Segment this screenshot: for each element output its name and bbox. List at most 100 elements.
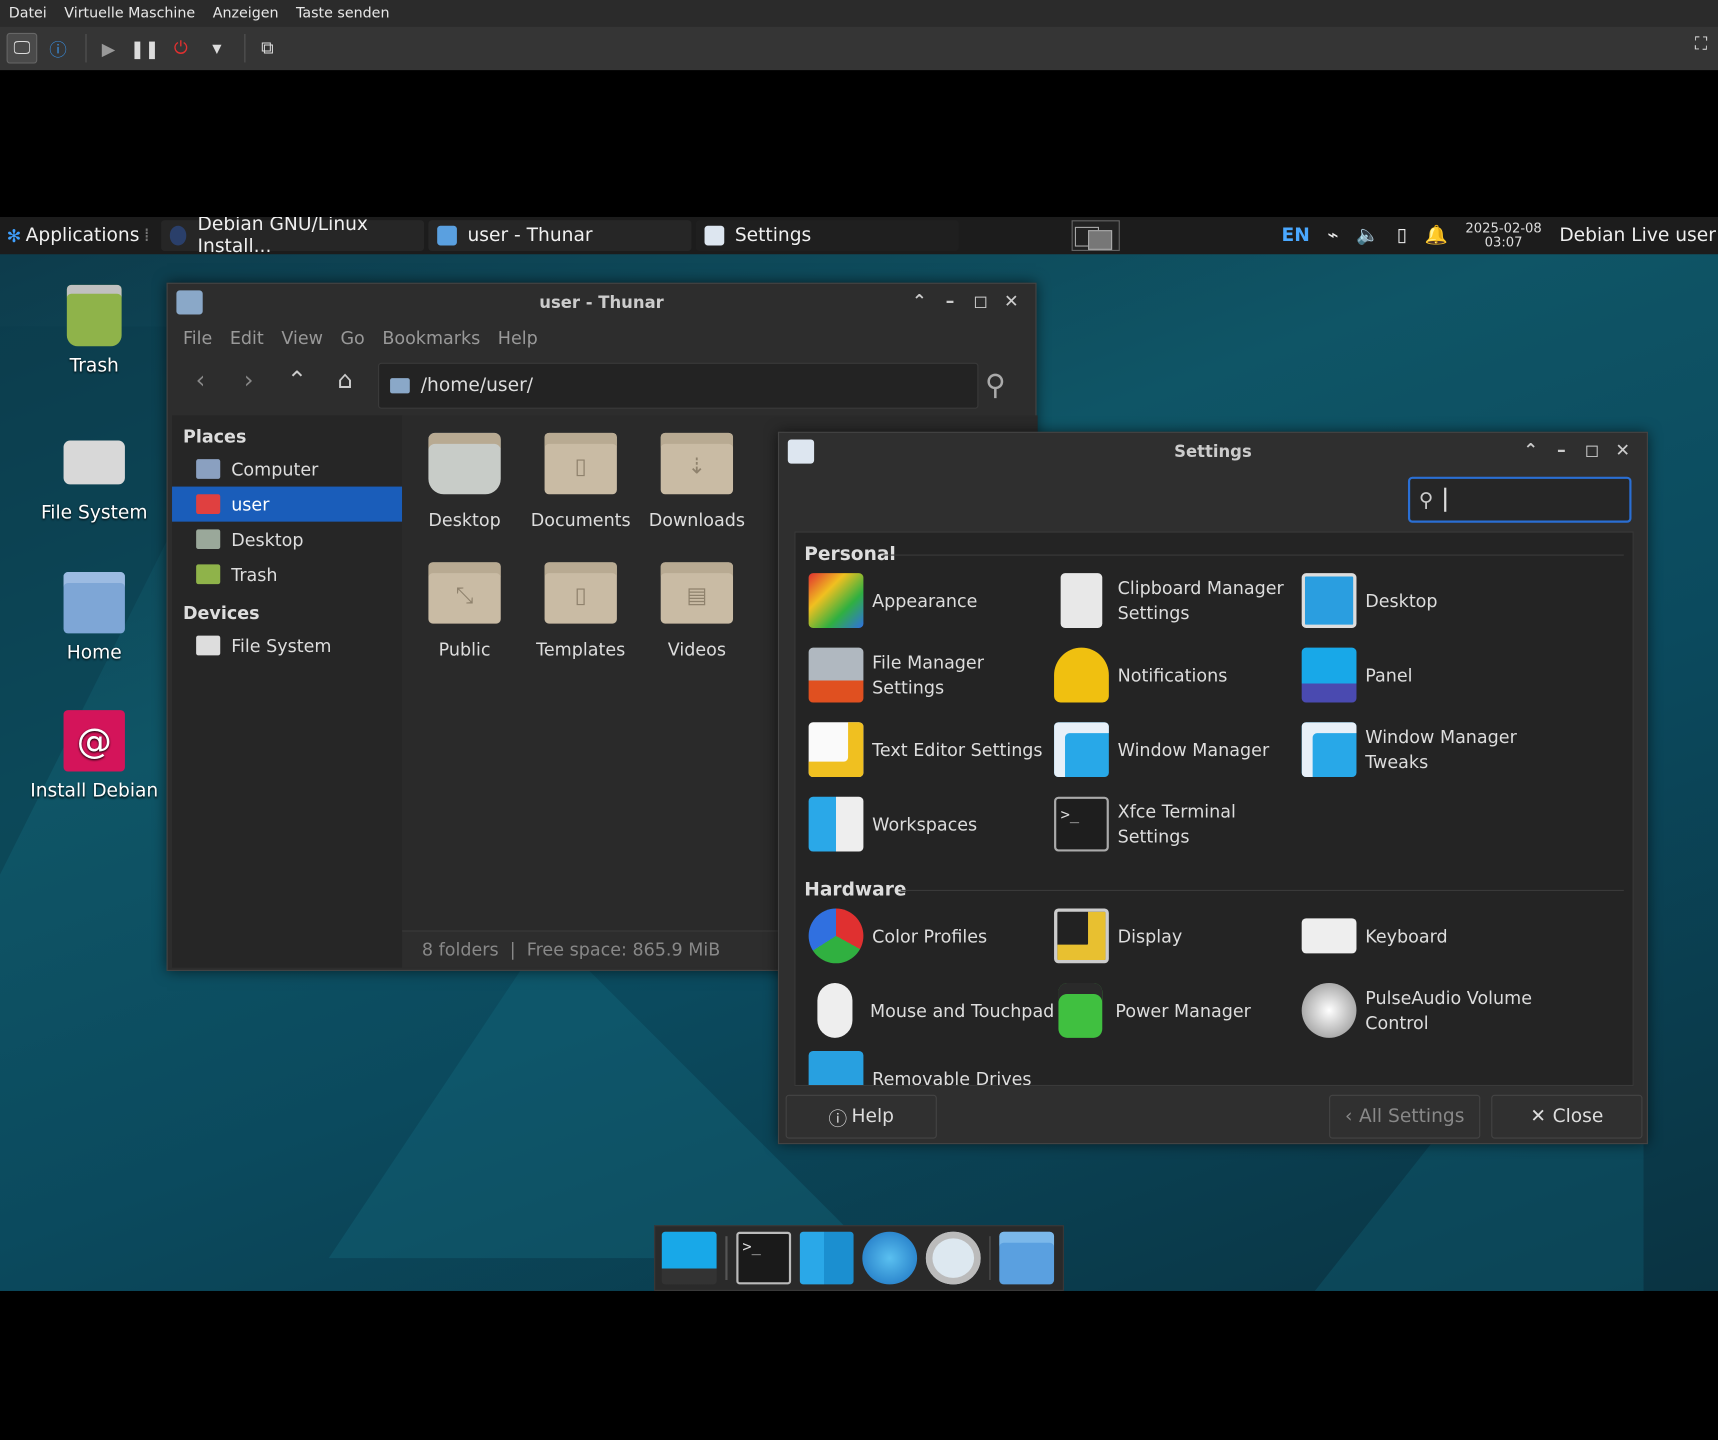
settings-item-panel[interactable]: Panel <box>1301 640 1550 710</box>
settings-item-file-manager[interactable]: File Manager Settings <box>808 640 1057 710</box>
folder-item[interactable]: ▤ Videos <box>639 562 755 660</box>
forward-icon[interactable]: › <box>225 367 273 394</box>
settings-item-removable-drives[interactable]: Removable Drives <box>808 1043 1057 1085</box>
maximize-icon[interactable]: ◻ <box>965 290 996 311</box>
menu-view[interactable]: View <box>281 327 323 348</box>
settings-item-window-manager-tweaks[interactable]: Window Manager Tweaks <box>1301 715 1550 785</box>
minimize-icon[interactable]: – <box>1546 439 1577 460</box>
monitor-icon[interactable]: 🖵 <box>6 32 38 64</box>
task-debian-installer[interactable]: Debian GNU/Linux Install... <box>160 217 424 258</box>
settings-item-mouse-touchpad[interactable]: Mouse and Touchpad <box>809 975 1057 1045</box>
volume-icon[interactable]: 🔈 <box>1356 225 1379 247</box>
thunar-titlebar[interactable]: user - Thunar ⌃ – ◻ ✕ <box>168 284 1036 321</box>
settings-item-notifications[interactable]: Notifications <box>1054 640 1302 710</box>
settings-item-label: Window Manager <box>1117 739 1270 761</box>
folder-item[interactable]: ▯ Templates <box>523 562 639 660</box>
shade-icon[interactable]: ⌃ <box>1515 439 1546 460</box>
up-icon[interactable]: ⌃ <box>273 367 321 394</box>
workspace-pager[interactable] <box>1071 220 1120 251</box>
file-cabinet-icon[interactable] <box>799 1231 854 1285</box>
settings-item-keyboard[interactable]: Keyboard <box>1301 901 1550 971</box>
battery-icon[interactable]: ▯ <box>1397 225 1407 247</box>
settings-item-xfce-terminal[interactable]: >_ Xfce Terminal Settings <box>1054 789 1302 859</box>
folder-item[interactable]: ⇣ Downloads <box>639 432 755 530</box>
settings-item-color-profiles[interactable]: Color Profiles <box>808 901 1057 971</box>
settings-item-workspaces[interactable]: Workspaces <box>808 789 1057 859</box>
settings-item-label: Clipboard Manager Settings <box>1117 577 1284 624</box>
power-icon[interactable]: ⏻ <box>165 33 196 64</box>
menu-bookmarks[interactable]: Bookmarks <box>382 327 480 348</box>
show-desktop-icon[interactable] <box>661 1231 717 1285</box>
folder-label: Documents <box>530 509 631 531</box>
menu-file[interactable]: File <box>183 327 212 348</box>
menu-go[interactable]: Go <box>340 327 364 348</box>
home-icon[interactable]: ⌂ <box>321 367 369 394</box>
settings-item-desktop[interactable]: Desktop <box>1301 565 1550 635</box>
debian-installer-icon: @ <box>63 710 125 772</box>
sidebar-item-desktop[interactable]: Desktop <box>172 522 402 557</box>
maximize-icon[interactable]: ◻ <box>1577 439 1608 460</box>
system-tray: EN ⌁ 🔈 ▯ 🔔 2025-02-08 03:07 Debian Live … <box>1273 217 1718 254</box>
settings-titlebar[interactable]: Settings ⌃ – ◻ ✕ <box>779 433 1647 470</box>
settings-item-pulseaudio[interactable]: PulseAudio Volume Control <box>1301 975 1550 1045</box>
minimize-icon[interactable]: – <box>935 290 966 311</box>
info-icon[interactable]: ⓘ <box>43 33 74 64</box>
fullscreen-icon[interactable]: ⛶ <box>1695 33 1707 55</box>
menu-edit[interactable]: Edit <box>230 327 264 348</box>
folder-icon[interactable] <box>999 1231 1055 1285</box>
terminal-icon[interactable]: >_ <box>735 1231 791 1285</box>
mouse-icon <box>817 983 853 1038</box>
folder-item[interactable]: ▯ Documents <box>523 432 639 531</box>
keyboard-layout-indicator[interactable]: EN <box>1282 225 1310 247</box>
task-settings[interactable]: Settings <box>695 220 959 251</box>
desktop-icon-file-system[interactable]: File System <box>28 432 159 524</box>
shade-icon[interactable]: ⌃ <box>904 290 935 311</box>
workspaces-icon <box>808 796 864 852</box>
host-menu-datei[interactable]: Datei <box>0 5 56 21</box>
host-menu-anzeigen[interactable]: Anzeigen <box>204 5 287 21</box>
pause-icon[interactable]: ❚❚ <box>129 33 160 64</box>
sidebar-item-user[interactable]: user <box>172 486 403 522</box>
settings-item-clipboard-manager[interactable]: Clipboard Manager Settings <box>1054 565 1302 635</box>
sidebar-item-computer[interactable]: Computer <box>172 452 402 487</box>
applications-menu[interactable]: ✻ Applications ⁞ <box>0 217 156 254</box>
close-button[interactable]: ✕ Close <box>1491 1094 1643 1139</box>
volume-knob-icon <box>1301 983 1357 1038</box>
location-bar[interactable]: /home/user/ <box>378 362 979 409</box>
settings-item-power-manager[interactable]: Power Manager <box>1054 975 1302 1045</box>
back-icon[interactable]: ‹ <box>176 367 224 394</box>
videos-folder-icon: ▤ <box>660 562 734 624</box>
notification-bell-icon[interactable]: 🔔 <box>1425 225 1448 247</box>
web-browser-icon[interactable] <box>862 1231 917 1285</box>
desktop-icon-trash[interactable]: Trash <box>28 284 159 377</box>
close-icon[interactable]: ✕ <box>996 290 1027 311</box>
sidebar-item-trash[interactable]: Trash <box>172 557 402 592</box>
network-icon[interactable]: ⌁ <box>1327 225 1338 247</box>
clock[interactable]: 2025-02-08 03:07 <box>1465 221 1541 249</box>
snapshot-icon[interactable]: ⧉ <box>252 33 283 64</box>
help-button[interactable]: ⓘ Help <box>785 1094 937 1139</box>
host-menu-taste-senden[interactable]: Taste senden <box>287 5 398 21</box>
chevron-down-icon[interactable]: ▼ <box>202 33 233 64</box>
terminal-settings-icon: >_ <box>1054 796 1109 852</box>
sidebar-item-file-system[interactable]: File System <box>172 628 402 663</box>
window-manager-tweaks-icon <box>1301 722 1357 777</box>
menu-help[interactable]: Help <box>498 327 538 348</box>
folder-item[interactable]: ⤡ Public <box>407 562 523 660</box>
settings-item-window-manager[interactable]: Window Manager <box>1054 715 1302 785</box>
play-icon[interactable]: ▶ <box>93 33 124 64</box>
desktop-icon-install-debian[interactable]: @ Install Debian <box>28 710 159 802</box>
settings-item-display[interactable]: Display <box>1054 901 1302 971</box>
user-menu[interactable]: Debian Live user <box>1559 225 1716 247</box>
host-menu-virtuelle-maschine[interactable]: Virtuelle Maschine <box>56 5 204 21</box>
close-icon[interactable]: ✕ <box>1607 439 1638 460</box>
settings-item-appearance[interactable]: Appearance <box>808 565 1057 635</box>
task-thunar[interactable]: user - Thunar <box>428 220 692 251</box>
search-icon[interactable]: ⚲ <box>985 369 1006 402</box>
folder-item[interactable]: Desktop <box>407 432 523 530</box>
settings-item-text-editor[interactable]: Text Editor Settings <box>808 715 1057 785</box>
all-settings-button[interactable]: ‹ All Settings <box>1329 1094 1481 1139</box>
desktop-icon-home[interactable]: Home <box>28 572 159 664</box>
app-finder-icon[interactable] <box>925 1231 981 1285</box>
settings-search-input[interactable]: ⚲ <box>1407 476 1632 523</box>
